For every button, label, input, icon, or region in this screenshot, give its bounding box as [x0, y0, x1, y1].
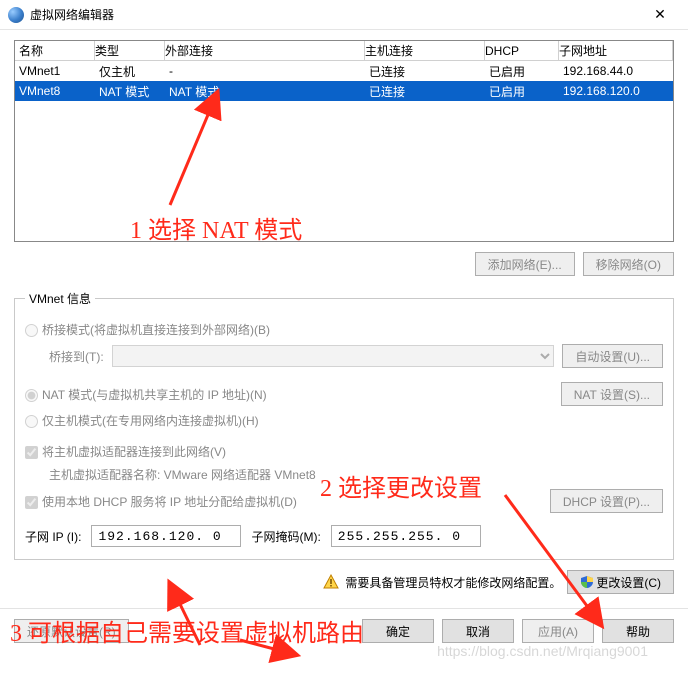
subnet-row: 子网 IP (I): 子网掩码(M): — [25, 525, 663, 547]
network-buttons: 添加网络(E)... 移除网络(O) — [14, 242, 674, 286]
col-head[interactable]: 名称 — [15, 41, 95, 60]
apply-button[interactable]: 应用(A) — [522, 619, 594, 643]
network-table: 名称 类型 外部连接 主机连接 DHCP 子网地址 VMnet1 仅主机 - 已… — [14, 40, 674, 242]
cell: 已启用 — [485, 63, 559, 80]
cancel-button[interactable]: 取消 — [442, 619, 514, 643]
col-head[interactable]: DHCP — [485, 41, 559, 60]
use-dhcp-row: 使用本地 DHCP 服务将 IP 地址分配给虚拟机(D) DHCP 设置(P).… — [25, 489, 663, 513]
bridge-to-combo[interactable] — [112, 345, 555, 367]
subnet-ip-label: 子网 IP (I): — [25, 528, 81, 545]
titlebar: 虚拟网络编辑器 ✕ — [0, 0, 688, 30]
add-network-button[interactable]: 添加网络(E)... — [475, 252, 575, 276]
hostonly-label: 仅主机模式(在专用网络内连接虚拟机)(H) — [42, 414, 259, 428]
bottom-buttons: 还原默认设置(R) 确定 取消 应用(A) 帮助 — [0, 608, 688, 643]
vmnet-info-legend: VMnet 信息 — [25, 290, 95, 307]
connect-host-row: 将主机虚拟适配器连接到此网络(V) — [25, 443, 663, 460]
col-head[interactable]: 主机连接 — [365, 41, 485, 60]
adapter-name-row: 主机虚拟适配器名称: VMware 网络适配器 VMnet8 — [25, 466, 663, 483]
watermark: https://blog.csdn.net/Mrqiang9001 — [437, 643, 648, 659]
help-button[interactable]: 帮助 — [602, 619, 674, 643]
col-head[interactable]: 子网地址 — [559, 41, 673, 60]
dhcpset-button[interactable]: DHCP 设置(P)... — [550, 489, 663, 513]
nat-radio[interactable]: NAT 模式(与虚拟机共享主机的 IP 地址)(N) — [25, 386, 267, 403]
cell: 已启用 — [485, 83, 559, 100]
cell: NAT 模式 — [95, 83, 165, 100]
table-header: 名称 类型 外部连接 主机连接 DHCP 子网地址 — [15, 41, 673, 61]
shield-icon — [580, 575, 594, 589]
cell: 仅主机 — [95, 63, 165, 80]
warn-text: 需要具备管理员特权才能修改网络配置。 — [345, 574, 561, 591]
bridge-to-label: 桥接到(T): — [49, 348, 104, 365]
cell: VMnet8 — [15, 84, 95, 98]
ok-button[interactable]: 确定 — [362, 619, 434, 643]
hostonly-row: 仅主机模式(在专用网络内连接虚拟机)(H) — [25, 412, 663, 429]
nat-row: NAT 模式(与虚拟机共享主机的 IP 地址)(N) NAT 设置(S)... — [25, 382, 663, 406]
nat-label: NAT 模式(与虚拟机共享主机的 IP 地址)(N) — [42, 388, 267, 402]
window-title: 虚拟网络编辑器 — [30, 6, 640, 23]
col-head[interactable]: 外部连接 — [165, 41, 365, 60]
bridged-label: 桥接模式(将虚拟机直接连接到外部网络)(B) — [42, 323, 270, 337]
restore-button[interactable]: 还原默认设置(R) — [14, 619, 129, 643]
bridged-row: 桥接模式(将虚拟机直接连接到外部网络)(B) — [25, 321, 663, 338]
table-row[interactable]: VMnet1 仅主机 - 已连接 已启用 192.168.44.0 — [15, 61, 673, 81]
natset-button[interactable]: NAT 设置(S)... — [561, 382, 663, 406]
warning-icon — [323, 574, 339, 590]
bridge-to-row: 桥接到(T): 自动设置(U)... — [25, 344, 663, 368]
subnet-mask-label: 子网掩码(M): — [251, 528, 320, 545]
autoset-button[interactable]: 自动设置(U)... — [562, 344, 663, 368]
cell: 已连接 — [365, 63, 485, 80]
table-row[interactable]: VMnet8 NAT 模式 NAT 模式 已连接 已启用 192.168.120… — [15, 81, 673, 101]
close-button[interactable]: ✕ — [640, 1, 680, 29]
adapter-name-label: 主机虚拟适配器名称: VMware 网络适配器 VMnet8 — [49, 466, 316, 483]
hostonly-radio[interactable]: 仅主机模式(在专用网络内连接虚拟机)(H) — [25, 412, 259, 429]
remove-network-button[interactable]: 移除网络(O) — [583, 252, 674, 276]
cell: 已连接 — [365, 83, 485, 100]
subnet-ip-input[interactable] — [91, 525, 241, 547]
vmnet-info-group: VMnet 信息 桥接模式(将虚拟机直接连接到外部网络)(B) 桥接到(T): … — [14, 290, 674, 560]
cell: 192.168.120.0 — [559, 84, 673, 98]
use-dhcp-check[interactable]: 使用本地 DHCP 服务将 IP 地址分配给虚拟机(D) — [25, 493, 297, 510]
change-settings-button[interactable]: 更改设置(C) — [567, 570, 674, 594]
cell: VMnet1 — [15, 64, 95, 78]
cell: 192.168.44.0 — [559, 64, 673, 78]
table-body[interactable]: VMnet1 仅主机 - 已连接 已启用 192.168.44.0 VMnet8… — [15, 61, 673, 241]
change-settings-label: 更改设置(C) — [596, 576, 661, 590]
bridged-radio[interactable]: 桥接模式(将虚拟机直接连接到外部网络)(B) — [25, 321, 270, 338]
app-icon — [8, 7, 24, 23]
cell: - — [165, 64, 365, 78]
connect-host-check[interactable]: 将主机虚拟适配器连接到此网络(V) — [25, 443, 226, 460]
connect-host-label: 将主机虚拟适配器连接到此网络(V) — [42, 445, 226, 459]
warn-row: 需要具备管理员特权才能修改网络配置。 更改设置(C) — [14, 570, 674, 594]
cell: NAT 模式 — [165, 83, 365, 100]
use-dhcp-label: 使用本地 DHCP 服务将 IP 地址分配给虚拟机(D) — [42, 495, 297, 509]
col-head[interactable]: 类型 — [95, 41, 165, 60]
subnet-mask-input[interactable] — [331, 525, 481, 547]
